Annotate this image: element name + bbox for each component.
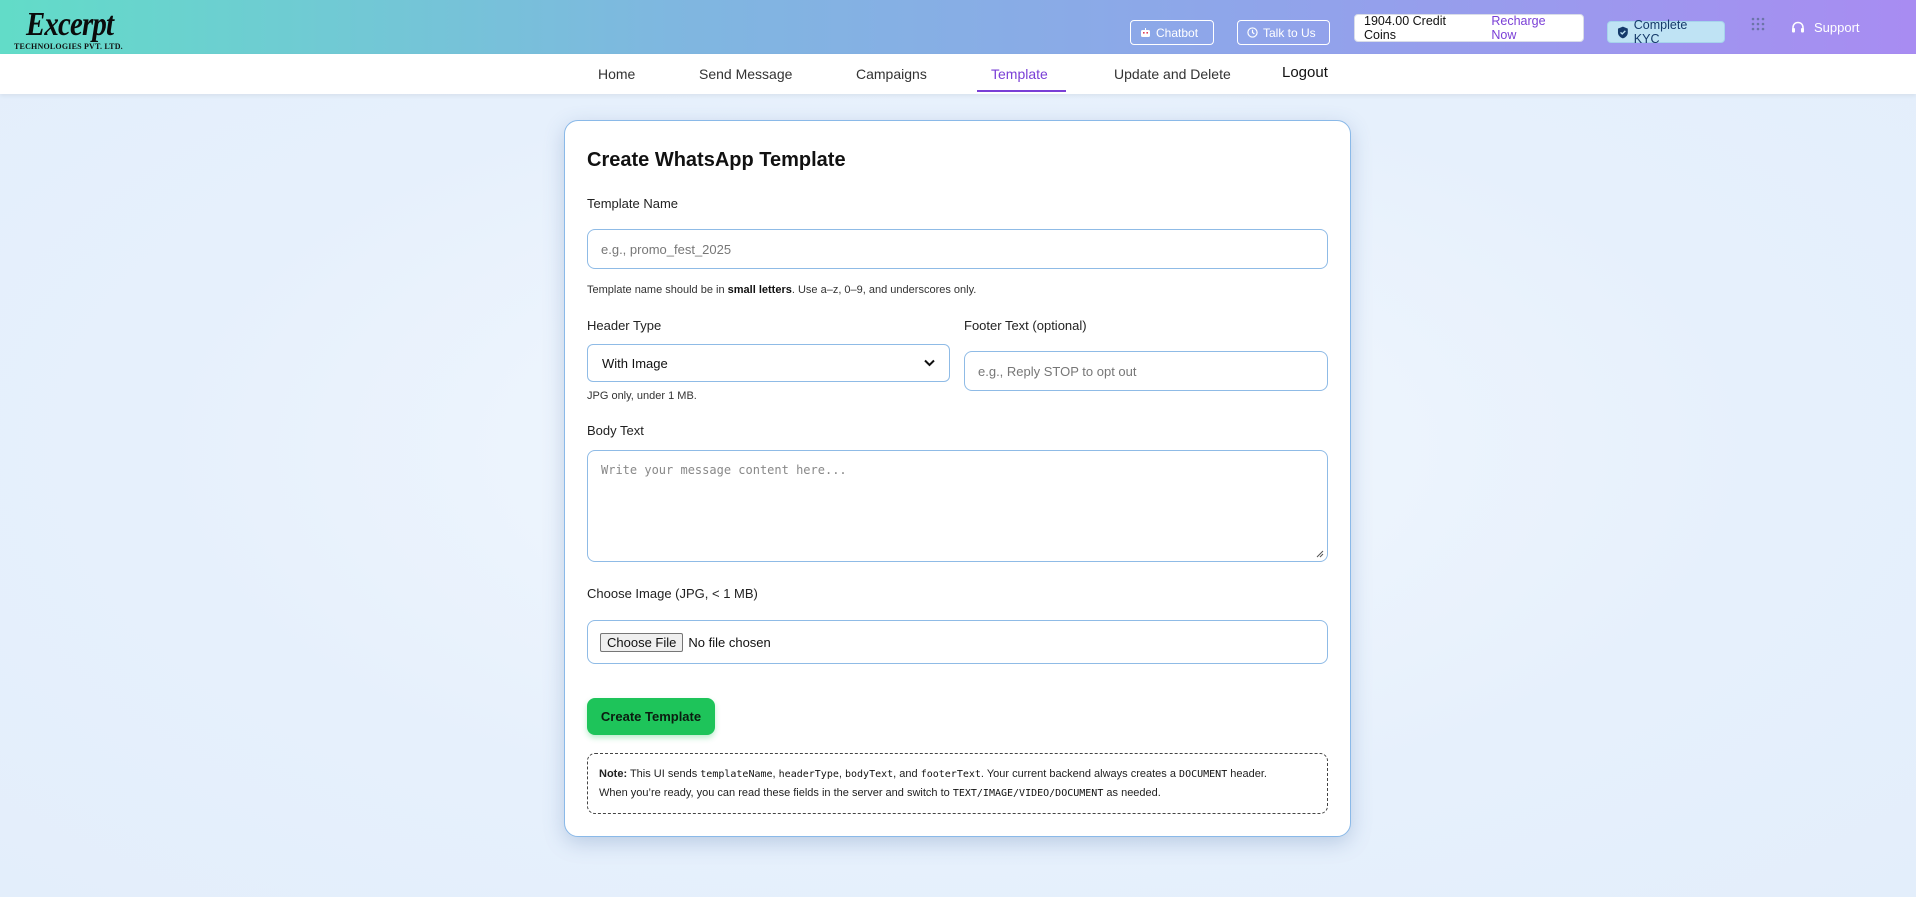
top-bar: Excerpt TECHNOLOGIES PVT. LTD. Chatbot T… bbox=[0, 0, 1916, 54]
body-text-placeholder: Write your message content here... bbox=[601, 463, 847, 477]
template-name-hint: Template name should be in small letters… bbox=[587, 284, 976, 296]
note-text: . Your current backend always creates a bbox=[980, 768, 1180, 780]
image-file-input[interactable]: Choose File No file chosen bbox=[587, 620, 1328, 664]
template-name-placeholder: e.g., promo_fest_2025 bbox=[601, 241, 732, 257]
template-name-label: Template Name bbox=[587, 196, 679, 211]
shield-check-icon bbox=[1617, 26, 1628, 38]
note-text: header. bbox=[1227, 768, 1267, 780]
hint-text-end: . Use a–z, 0–9, and underscores only. bbox=[791, 284, 977, 296]
header-type-select[interactable]: With Image bbox=[587, 344, 950, 382]
note-code: footerText bbox=[920, 769, 981, 780]
note-code: TEXT/IMAGE/VIDEO/DOCUMENT bbox=[952, 788, 1104, 799]
hint-text-bold: small letters bbox=[727, 284, 792, 296]
brand-logo[interactable]: Excerpt TECHNOLOGIES PVT. LTD. bbox=[14, 6, 124, 52]
footer-text-label: Footer Text (optional) bbox=[964, 318, 1087, 333]
header-type-label: Header Type bbox=[587, 318, 662, 333]
talk-to-us-label: Talk to Us bbox=[1263, 25, 1316, 40]
chevron-down-icon bbox=[924, 359, 935, 367]
header-type-hint: JPG only, under 1 MB. bbox=[587, 390, 697, 402]
note-text: When you’re ready, you can read these fi… bbox=[599, 787, 953, 799]
note-code: DOCUMENT bbox=[1179, 769, 1228, 780]
bot-icon bbox=[1141, 27, 1150, 37]
note-code: bodyText bbox=[845, 769, 894, 780]
apps-grid-icon[interactable] bbox=[1751, 17, 1765, 31]
complete-kyc-label: Complete KYC bbox=[1633, 18, 1688, 46]
headset-icon bbox=[1792, 21, 1804, 33]
page-title: Create WhatsApp Template bbox=[587, 149, 846, 171]
developer-note: Note: This UI sends templateName, header… bbox=[587, 753, 1328, 814]
chatbot-label: Chatbot bbox=[1156, 25, 1199, 40]
nav-home[interactable]: Home bbox=[598, 66, 635, 82]
credit-coins-text: 1904.00 Credit Coins bbox=[1364, 14, 1447, 42]
recharge-now-link[interactable]: Recharge Now bbox=[1491, 14, 1574, 42]
support-label: Support bbox=[1814, 20, 1860, 35]
nav-template[interactable]: Template bbox=[991, 66, 1048, 82]
resize-handle-icon[interactable] bbox=[1316, 550, 1324, 558]
body-text-label: Body Text bbox=[587, 423, 644, 438]
header-type-value: With Image bbox=[602, 355, 668, 371]
note-text: This UI sends bbox=[627, 768, 701, 780]
brand-name: Excerpt bbox=[26, 6, 114, 43]
nav-logout[interactable]: Logout bbox=[1282, 64, 1328, 81]
main-nav: Home Send Message Campaigns Template Upd… bbox=[0, 54, 1916, 94]
talk-to-us-button[interactable]: Talk to Us bbox=[1237, 20, 1330, 45]
brand-subtitle: TECHNOLOGIES PVT. LTD. bbox=[14, 42, 123, 51]
note-text: as needed. bbox=[1103, 787, 1161, 799]
note-lead: Note: bbox=[599, 768, 628, 780]
template-name-input[interactable]: e.g., promo_fest_2025 bbox=[587, 229, 1328, 269]
body-text-input[interactable]: Write your message content here... bbox=[587, 450, 1328, 562]
create-template-card: Create WhatsApp Template Template Name e… bbox=[564, 120, 1351, 837]
nav-campaigns[interactable]: Campaigns bbox=[856, 66, 927, 82]
nav-send-message[interactable]: Send Message bbox=[699, 66, 792, 82]
support-link[interactable]: Support bbox=[1791, 20, 1860, 35]
nav-update-and-delete[interactable]: Update and Delete bbox=[1114, 66, 1231, 82]
file-status-text: No file chosen bbox=[688, 634, 771, 650]
clock-icon bbox=[1247, 27, 1258, 38]
chatbot-button[interactable]: Chatbot bbox=[1130, 20, 1214, 45]
complete-kyc-button[interactable]: Complete KYC bbox=[1607, 18, 1725, 46]
note-code: headerType bbox=[778, 769, 839, 780]
footer-text-input[interactable]: e.g., Reply STOP to opt out bbox=[964, 351, 1328, 391]
hint-text-start: Template name should be in bbox=[587, 284, 728, 296]
credit-balance: 1904.00 Credit Coins Recharge Now bbox=[1354, 14, 1584, 42]
active-tab-indicator bbox=[977, 90, 1066, 92]
note-text: , and bbox=[893, 768, 921, 780]
choose-image-label: Choose Image (JPG, < 1 MB) bbox=[587, 586, 758, 601]
choose-file-button[interactable]: Choose File bbox=[600, 632, 684, 652]
create-template-button[interactable]: Create Template bbox=[587, 698, 715, 735]
note-code: templateName bbox=[700, 769, 773, 780]
footer-text-placeholder: e.g., Reply STOP to opt out bbox=[978, 363, 1137, 379]
